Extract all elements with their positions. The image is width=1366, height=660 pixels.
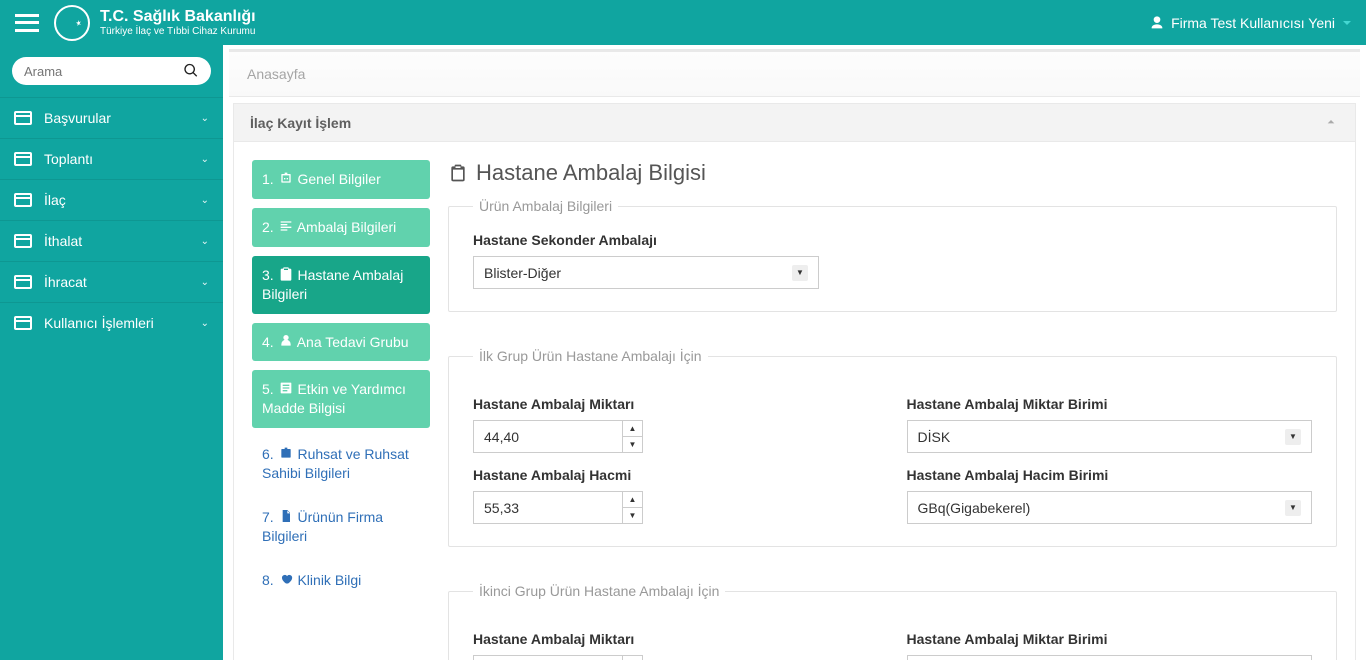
step-icon bbox=[278, 170, 294, 186]
clipboard-icon bbox=[448, 163, 468, 183]
sidebar: Başvurular⌄Toplantı⌄İlaç⌄İthalat⌄İhracat… bbox=[0, 45, 223, 660]
wizard-step-2[interactable]: 2. Ambalaj Bilgileri bbox=[252, 208, 430, 247]
spin-down[interactable]: ▼ bbox=[623, 508, 642, 523]
label-sekonder: Hastane Sekonder Ambalajı bbox=[473, 232, 1312, 248]
brand-logo: T.C. Sağlık Bakanlığı Türkiye İlaç ve Tı… bbox=[54, 5, 256, 41]
form-area: Hastane Ambalaj Bilgisi Ürün Ambalaj Bil… bbox=[448, 160, 1337, 660]
wizard-step-1[interactable]: 1. Genel Bilgiler bbox=[252, 160, 430, 199]
wizard-step-7[interactable]: 7. Ürünün Firma Bilgileri bbox=[252, 500, 430, 554]
main-content: Anasayfa İlaç Kayıt İşlem 1. Genel Bilgi… bbox=[223, 45, 1366, 660]
module-icon bbox=[14, 152, 32, 166]
spin-up[interactable]: ▲ bbox=[623, 656, 642, 660]
sidebar-item-label: İthalat bbox=[44, 233, 82, 249]
sidebar-item-label: İhracat bbox=[44, 274, 87, 290]
spinner-hacim1[interactable]: 55,33 ▲▼ bbox=[473, 491, 643, 524]
step-icon bbox=[278, 266, 294, 282]
step-icon bbox=[278, 218, 294, 234]
fieldset-ilk-grup: İlk Grup Ürün Hastane Ambalajı İçin Hast… bbox=[448, 348, 1337, 547]
select-miktar-birimi1[interactable]: DİSK▼ bbox=[907, 420, 1313, 453]
select-miktar-birimi2[interactable]: DİĞER▼ bbox=[907, 655, 1313, 660]
menu-toggle[interactable] bbox=[15, 14, 39, 32]
chevron-down-icon: ⌄ bbox=[201, 195, 209, 206]
chevron-down-icon: ⌄ bbox=[201, 236, 209, 247]
chevron-down-icon: ⌄ bbox=[201, 277, 209, 288]
chevron-down-icon: ⌄ bbox=[201, 318, 209, 329]
breadcrumb[interactable]: Anasayfa bbox=[229, 49, 1360, 97]
brand-subtitle: Türkiye İlaç ve Tıbbi Cihaz Kurumu bbox=[100, 26, 256, 37]
user-menu[interactable]: Firma Test Kullanıcısı Yeni bbox=[1149, 15, 1351, 31]
search-icon[interactable] bbox=[183, 63, 199, 80]
sidebar-item-1[interactable]: Toplantı ⌄ bbox=[0, 138, 223, 179]
wizard-step-5[interactable]: 5. Etkin ve Yardımcı Madde Bilgisi bbox=[252, 370, 430, 428]
sidebar-item-0[interactable]: Başvurular ⌄ bbox=[0, 97, 223, 138]
step-icon bbox=[278, 333, 294, 349]
step-label: Klinik Bilgi bbox=[297, 572, 361, 588]
brand-title: T.C. Sağlık Bakanlığı bbox=[100, 8, 256, 26]
header-bar: T.C. Sağlık Bakanlığı Türkiye İlaç ve Tı… bbox=[0, 0, 1366, 45]
wizard-step-8[interactable]: 8. Klinik Bilgi bbox=[252, 563, 430, 598]
module-icon bbox=[14, 234, 32, 248]
sidebar-item-label: Kullanıcı İşlemleri bbox=[44, 315, 154, 331]
step-label: Ambalaj Bilgileri bbox=[297, 219, 397, 235]
spin-down[interactable]: ▼ bbox=[623, 437, 642, 452]
spinner-miktar1[interactable]: 44,40 ▲▼ bbox=[473, 420, 643, 453]
spinner-miktar2[interactable]: 23,33 ▲▼ bbox=[473, 655, 643, 660]
panel-ilac-kayit: İlaç Kayıt İşlem 1. Genel Bilgiler 2. Amb… bbox=[233, 103, 1356, 660]
module-icon bbox=[14, 275, 32, 289]
user-icon bbox=[1149, 15, 1165, 31]
sidebar-item-2[interactable]: İlaç ⌄ bbox=[0, 179, 223, 220]
panel-title: İlaç Kayıt İşlem bbox=[250, 115, 351, 131]
chevron-down-icon: ▼ bbox=[1285, 429, 1301, 445]
fieldset-urun-ambalaj: Ürün Ambalaj Bilgileri Hastane Sekonder … bbox=[448, 198, 1337, 312]
step-icon bbox=[278, 445, 294, 461]
sidebar-item-5[interactable]: Kullanıcı İşlemleri ⌄ bbox=[0, 302, 223, 343]
chevron-down-icon: ⌄ bbox=[201, 113, 209, 124]
user-name: Firma Test Kullanıcısı Yeni bbox=[1171, 15, 1335, 31]
sidebar-item-label: İlaç bbox=[44, 192, 66, 208]
chevron-down-icon bbox=[1343, 21, 1351, 25]
sidebar-item-label: Başvurular bbox=[44, 110, 111, 126]
module-icon bbox=[14, 193, 32, 207]
sidebar-item-4[interactable]: İhracat ⌄ bbox=[0, 261, 223, 302]
sidebar-search[interactable] bbox=[12, 57, 211, 85]
wizard-step-4[interactable]: 4. Ana Tedavi Grubu bbox=[252, 323, 430, 362]
chevron-down-icon: ▼ bbox=[792, 265, 808, 281]
module-icon bbox=[14, 316, 32, 330]
step-icon bbox=[278, 571, 294, 587]
chevron-down-icon: ⌄ bbox=[201, 154, 209, 165]
wizard-step-3[interactable]: 3. Hastane Ambalaj Bilgileri bbox=[252, 256, 430, 314]
step-icon bbox=[278, 380, 294, 396]
select-hacim-birimi1[interactable]: GBq(Gigabekerel)▼ bbox=[907, 491, 1313, 524]
form-heading: Hastane Ambalaj Bilgisi bbox=[448, 160, 1337, 186]
sidebar-item-label: Toplantı bbox=[44, 151, 93, 167]
step-label: Genel Bilgiler bbox=[297, 171, 380, 187]
chevron-up-icon[interactable] bbox=[1323, 114, 1339, 131]
fieldset-ikinci-grup: İkinci Grup Ürün Hastane Ambalajı İçin H… bbox=[448, 583, 1337, 660]
select-sekonder[interactable]: Blister-Diğer ▼ bbox=[473, 256, 819, 289]
wizard-step-6[interactable]: 6. Ruhsat ve Ruhsat Sahibi Bilgileri bbox=[252, 437, 430, 491]
step-label: Ana Tedavi Grubu bbox=[297, 334, 409, 350]
sidebar-item-3[interactable]: İthalat ⌄ bbox=[0, 220, 223, 261]
spin-up[interactable]: ▲ bbox=[623, 492, 642, 508]
step-icon bbox=[278, 508, 294, 524]
search-input[interactable] bbox=[12, 57, 211, 85]
chevron-down-icon: ▼ bbox=[1285, 500, 1301, 516]
wizard-steps: 1. Genel Bilgiler 2. Ambalaj Bilgileri 3. … bbox=[252, 160, 430, 660]
spin-up[interactable]: ▲ bbox=[623, 421, 642, 437]
crescent-star-icon bbox=[54, 5, 90, 41]
module-icon bbox=[14, 111, 32, 125]
